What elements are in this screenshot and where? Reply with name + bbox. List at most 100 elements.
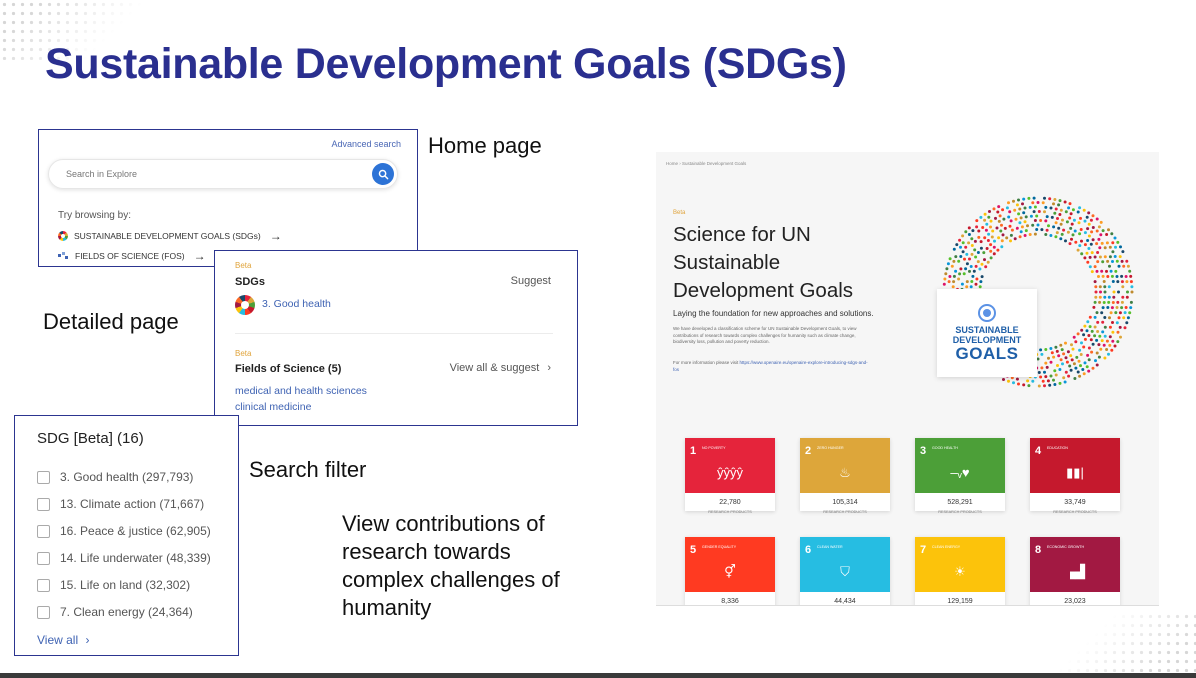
ring-dot	[1126, 316, 1130, 320]
ring-dot	[1018, 235, 1022, 239]
ring-dot	[1058, 199, 1062, 203]
sdg-item-link[interactable]: 3. Good health	[262, 298, 331, 310]
ring-dot	[1072, 335, 1076, 339]
filter-option[interactable]: 15. Life on land (32,302)	[37, 578, 190, 592]
ring-dot	[1062, 228, 1066, 232]
ring-dot	[1095, 217, 1099, 221]
sdg-card-1[interactable]: 1 No Poverty ŷŷŷŷ 22,780 RESEARCH PRODUCTS	[685, 438, 775, 514]
view-all-link[interactable]: View all ›	[37, 633, 89, 647]
ring-dot	[1067, 206, 1071, 210]
checkbox[interactable]	[37, 551, 50, 565]
search-button[interactable]	[372, 163, 394, 185]
ring-dot	[1052, 202, 1055, 206]
sdg-card-5[interactable]: 5Gender Equality⚥8,336RESEARCH PRODUCTS	[685, 537, 775, 605]
filter-option[interactable]: 14. Life underwater (48,339)	[37, 551, 211, 565]
ring-dot	[1048, 197, 1052, 201]
ring-dot	[1111, 339, 1115, 343]
filter-option[interactable]: 7. Clean energy (24,364)	[37, 605, 193, 619]
ring-dot	[1032, 210, 1036, 214]
ring-dot	[1054, 235, 1058, 239]
sdg-card-7[interactable]: 7Clean Energy☀129,159RESEARCH PRODUCTS	[915, 537, 1005, 605]
ring-dot	[1123, 311, 1127, 315]
ring-dot	[1098, 295, 1102, 299]
fos-item-link[interactable]: medical and health sciences	[235, 385, 367, 397]
ring-dot	[1111, 280, 1115, 283]
fos-item-link[interactable]: clinical medicine	[235, 401, 311, 413]
ring-dot	[1081, 368, 1085, 371]
ring-dot	[1047, 356, 1050, 360]
ring-dot	[1111, 321, 1114, 324]
ring-dot	[1058, 381, 1062, 385]
sdg-card-4[interactable]: 4 Education ▮▮| 33,749 RESEARCH PRODUCTS	[1030, 438, 1120, 514]
sdg-card-count: 23,023	[1064, 598, 1086, 605]
sdg-card-number: 4	[1035, 445, 1042, 457]
ring-dot	[1058, 368, 1062, 371]
browse-sdgs-link[interactable]: SUSTAINABLE DEVELOPMENT GOALS (SDGs) →	[58, 229, 282, 243]
advanced-search-link[interactable]: Advanced search	[331, 139, 401, 149]
sdg-card-2[interactable]: 2 Zero Hunger ♨ 105,314 RESEARCH PRODUCTS	[800, 438, 890, 514]
browse-item-label: FIELDS OF SCIENCE (FOS)	[75, 251, 185, 261]
search-filter-panel: SDG [Beta] (16) 3. Good health (297,793)…	[14, 415, 239, 656]
ring-dot	[1041, 201, 1045, 205]
ring-dot	[1112, 290, 1116, 294]
checkbox[interactable]	[37, 605, 50, 619]
ring-dot	[1093, 334, 1097, 338]
checkbox[interactable]	[37, 524, 50, 538]
hero-title-line: Development Goals	[673, 279, 854, 302]
ring-dot	[944, 272, 948, 276]
filter-option[interactable]: 13. Climate action (71,667)	[37, 497, 204, 511]
browse-item-label: SUSTAINABLE DEVELOPMENT GOALS (SDGs)	[74, 231, 261, 241]
ring-dot	[1078, 232, 1082, 236]
ring-dot	[1108, 245, 1112, 249]
ring-dot	[1002, 217, 1006, 221]
sdg-card-6[interactable]: 6Clean Water⛉44,434RESEARCH PRODUCTS	[800, 537, 890, 605]
ring-dot	[1121, 295, 1125, 299]
ring-dot	[1008, 210, 1012, 214]
ring-dot	[1000, 223, 1003, 227]
ring-dot	[1069, 212, 1073, 216]
ring-dot	[1039, 219, 1043, 222]
ring-dot	[1057, 226, 1061, 230]
ring-dot	[1068, 202, 1072, 206]
ring-dot	[1050, 215, 1054, 219]
sdg-card-name: No Poverty	[702, 446, 726, 450]
ring-dot	[1100, 339, 1104, 343]
ring-dot	[1102, 280, 1106, 283]
ring-dot	[1049, 360, 1053, 364]
ring-dot	[1098, 246, 1102, 250]
ring-dot	[1033, 205, 1037, 209]
ring-dot	[1115, 275, 1119, 278]
ring-dot	[1018, 221, 1022, 225]
ring-dot	[1082, 345, 1086, 349]
filter-option[interactable]: 3. Good health (297,793)	[37, 470, 193, 484]
ring-dot	[1099, 347, 1103, 351]
ring-dot	[988, 210, 991, 213]
sdg-card-8[interactable]: 8Economic Growth▗▟23,023RESEARCH PRODUCT…	[1030, 537, 1120, 605]
browse-fos-link[interactable]: FIELDS OF SCIENCE (FOS) →	[58, 249, 206, 263]
ring-dot	[1009, 239, 1012, 243]
ring-dot	[1044, 361, 1048, 365]
filter-option[interactable]: 16. Peace & justice (62,905)	[37, 524, 211, 538]
breadcrumb[interactable]: Home › Sustainable Development Goals	[666, 161, 746, 166]
checkbox[interactable]	[37, 470, 50, 484]
ring-dot	[997, 205, 1001, 209]
ring-dot	[1043, 210, 1046, 214]
ring-dot	[1103, 285, 1107, 289]
ring-dot	[1072, 218, 1076, 222]
ring-dot	[1044, 205, 1048, 209]
suggest-link[interactable]: Suggest	[511, 275, 551, 287]
search-placeholder: Search in Explore	[66, 169, 138, 179]
sdg-card-3[interactable]: 3 Good Health –ᵥ♥ 528,291 RESEARCH PRODUCTS	[915, 438, 1005, 514]
search-input[interactable]: Search in Explore	[48, 159, 398, 189]
ring-dot	[1017, 198, 1020, 202]
checkbox[interactable]	[37, 497, 50, 511]
ring-dot	[1110, 232, 1114, 236]
ring-dot	[1039, 375, 1043, 379]
ring-dot	[1094, 285, 1098, 289]
ring-dot	[1061, 218, 1064, 222]
checkbox[interactable]	[37, 578, 50, 592]
ring-dot	[1044, 233, 1048, 236]
view-all-suggest-link[interactable]: View all & suggest ›	[450, 362, 551, 374]
sdg-card-count: 528,291	[947, 499, 973, 506]
ring-dot	[1012, 199, 1015, 203]
